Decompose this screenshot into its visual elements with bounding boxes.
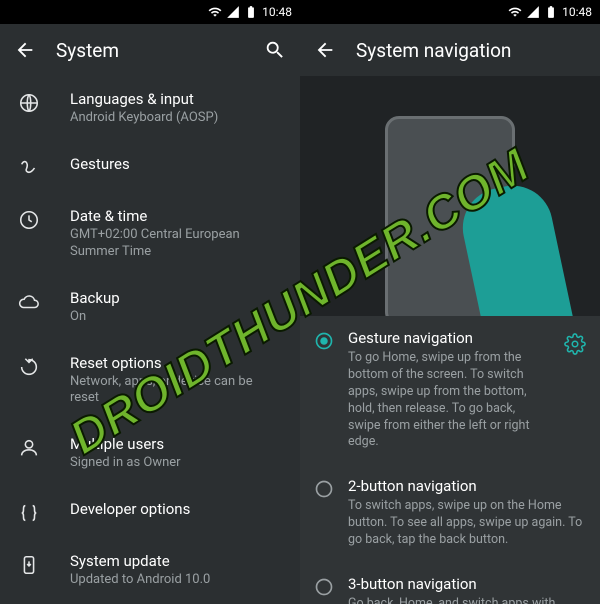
item-label: System update [70,552,282,570]
clock-icon [18,209,40,231]
appbar: System [0,24,300,76]
option-label: 3-button navigation [348,575,586,593]
option-2button-navigation[interactable]: 2-button navigation To switch apps, swipe… [300,464,600,562]
item-sub: Signed in as Owner [70,455,282,472]
option-desc: Go back, Home, and switch apps with [348,596,586,604]
gesture-icon [18,157,40,179]
status-bar: 10:48 [300,0,600,24]
back-icon[interactable] [14,39,36,61]
item-backup[interactable]: Backup On [0,275,300,340]
phone-system-navigation: 10:48 System navigation Gesture navigati… [300,0,600,604]
status-time: 10:48 [562,5,592,19]
navigation-illustration [300,76,600,316]
appbar: System navigation [300,24,600,76]
option-desc: To switch apps, swipe up on the Home but… [348,498,586,549]
item-sub: Android Keyboard (AOSP) [70,110,282,127]
item-sub: Network, apps, or device can be reset [70,374,282,408]
back-icon[interactable] [314,39,336,61]
wifi-icon [208,5,222,19]
reset-icon [18,356,40,378]
item-developer[interactable]: Developer options [0,486,300,538]
settings-list: Languages & input Android Keyboard (AOSP)… [0,76,300,604]
item-label: Multiple users [70,435,282,453]
option-gesture-navigation[interactable]: Gesture navigation To go Home, swipe up f… [300,316,600,464]
item-sub: GMT+02:00 Central European Summer Time [70,227,282,261]
radio-list: Gesture navigation To go Home, swipe up f… [300,316,600,604]
radio-unselected-icon [314,577,334,597]
signal-icon [526,5,540,19]
status-time: 10:48 [262,5,292,19]
search-icon[interactable] [264,39,286,61]
person-icon [18,437,40,459]
item-label: Developer options [70,500,282,518]
battery-icon [544,5,558,19]
signal-icon [226,5,240,19]
globe-icon [18,92,40,114]
option-label: 2-button navigation [348,477,586,495]
braces-icon [18,502,40,524]
gear-icon[interactable] [564,333,586,355]
radio-selected-icon [314,331,334,351]
phone-system-settings: 10:48 System Languages & input Android Ke… [0,0,300,604]
item-sub: On [70,309,282,326]
item-languages[interactable]: Languages & input Android Keyboard (AOSP) [0,76,300,141]
wifi-icon [508,5,522,19]
item-date-time[interactable]: Date & time GMT+02:00 Central European Su… [0,193,300,275]
page-title: System [56,39,244,62]
item-gestures[interactable]: Gestures [0,141,300,193]
item-reset[interactable]: Reset options Network, apps, or device ca… [0,340,300,422]
option-desc: To go Home, swipe up from the bottom of … [348,350,550,451]
option-3button-navigation[interactable]: 3-button navigation Go back, Home, and sw… [300,562,600,604]
item-sub: Updated to Android 10.0 [70,572,282,589]
status-bar: 10:48 [0,0,300,24]
item-label: Languages & input [70,90,282,108]
update-icon [18,554,40,576]
battery-icon [244,5,258,19]
item-label: Reset options [70,354,282,372]
radio-unselected-icon [314,479,334,499]
page-title: System navigation [356,39,586,62]
item-label: Backup [70,289,282,307]
item-multiple-users[interactable]: Multiple users Signed in as Owner [0,421,300,486]
cloud-icon [18,291,40,313]
option-label: Gesture navigation [348,329,550,347]
item-label: Date & time [70,207,282,225]
item-system-update[interactable]: System update Updated to Android 10.0 [0,538,300,603]
item-label: Gestures [70,155,282,173]
